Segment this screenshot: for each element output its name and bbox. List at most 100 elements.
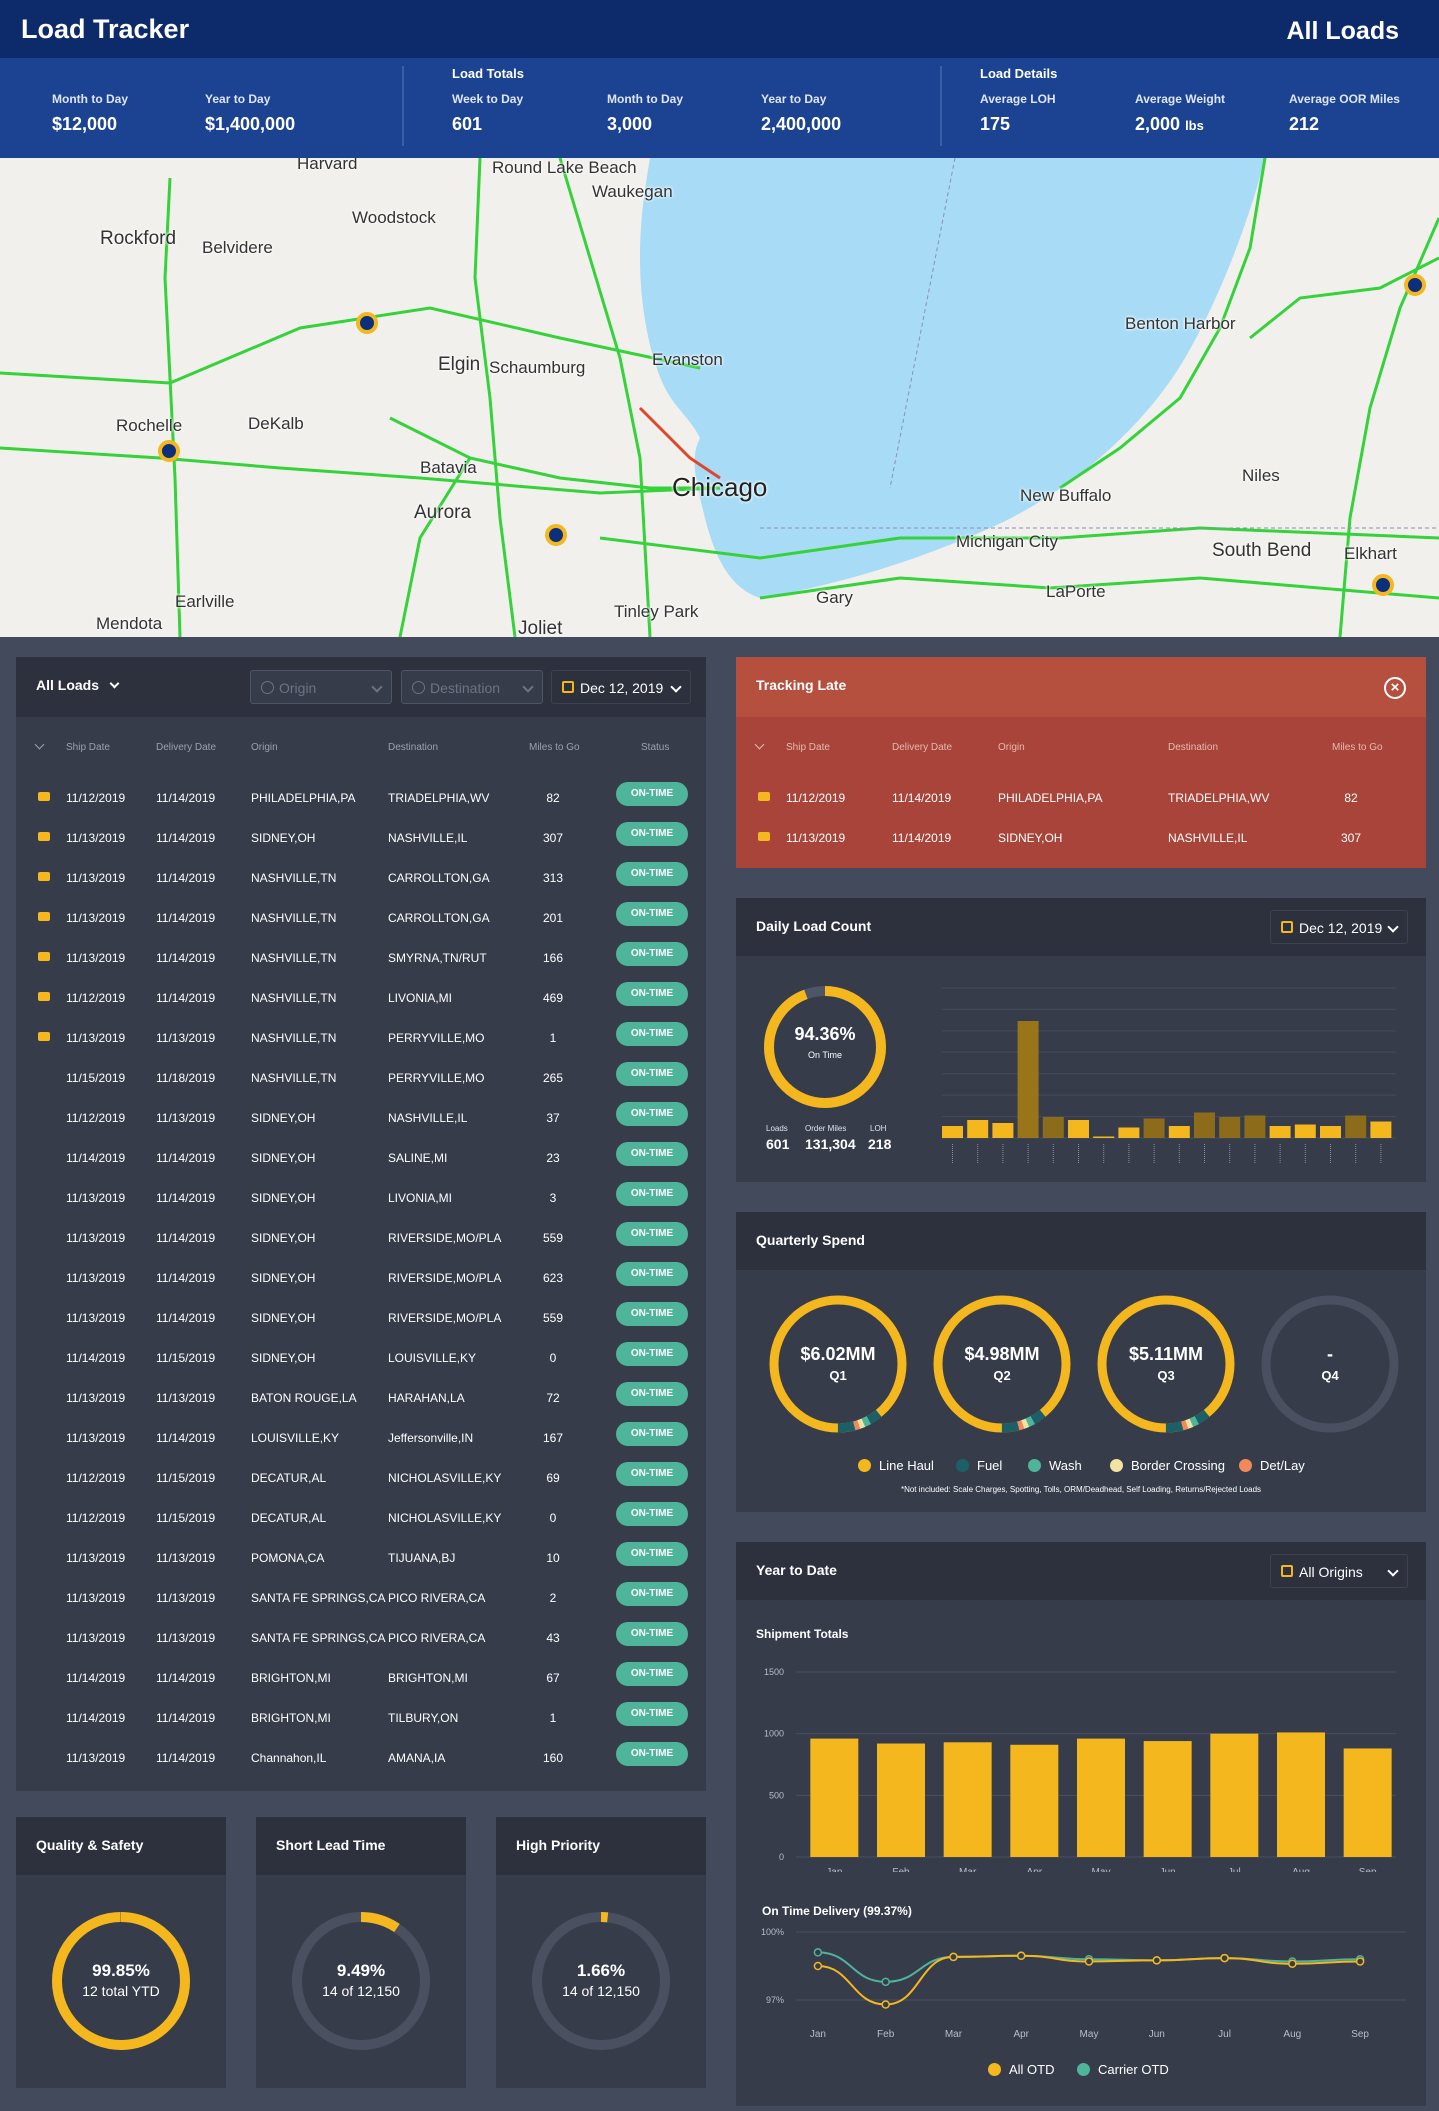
origin: Channahon,IL (251, 1751, 327, 1765)
loads-filter-dropdown[interactable]: All Loads (36, 677, 120, 693)
shipment-bar-chart: 0 500 1000 1500 Jan Feb Mar Apr May Jun Jul Aug Sep (764, 1667, 1396, 1872)
map-label: LaPorte (1046, 582, 1106, 601)
table-row[interactable]: 11/13/2019 11/14/2019 SIDNEY,OH RIVERSIDE,M… (16, 1222, 706, 1262)
table-row[interactable]: 11/13/2019 11/13/2019 POMONA,CA TIJUANA,BJ 1… (16, 1542, 706, 1582)
close-icon[interactable]: × (1384, 677, 1406, 699)
destination-icon (412, 681, 425, 694)
date-picker[interactable]: Dec 12, 2019 (551, 670, 691, 704)
weight-value: 2,000 (1135, 114, 1181, 134)
load-location-pin[interactable] (356, 312, 378, 334)
table-row[interactable]: 11/14/2019 11/15/2019 SIDNEY,OH LOUISVILLE,… (16, 1342, 706, 1382)
table-row[interactable]: 11/13/2019 11/13/2019 NASHVILLE,TN PERRYVIL… (16, 1022, 706, 1062)
stat-label: Average Weight (1135, 92, 1226, 106)
table-row[interactable]: 11/12/2019 11/14/2019 NASHVILLE,TN LIVONIA,… (16, 982, 706, 1022)
table-row[interactable]: 11/13/2019 11/14/2019 NASHVILLE,TN CARROLLT… (16, 902, 706, 942)
legend-item: Carrier OTD (1077, 2062, 1169, 2077)
ytd-title: Year to Date (756, 1562, 837, 1578)
delivery-date: 11/14/2019 (156, 951, 216, 965)
status-badge: ON-TIME (616, 1102, 688, 1126)
destination: HARAHAN,LA (388, 1391, 465, 1405)
origin: SANTA FE SPRINGS,CA (251, 1591, 386, 1605)
ship-date: 11/13/2019 (66, 1311, 126, 1325)
late-row[interactable]: 11/13/2019 11/14/2019 SIDNEY,OH NASHVILLE,I… (736, 822, 1426, 862)
table-row[interactable]: 11/13/2019 11/13/2019 SANTA FE SPRINGS,CA P… (16, 1582, 706, 1622)
table-row[interactable]: 11/13/2019 11/14/2019 SIDNEY,OH NASHVILLE,I… (16, 822, 706, 862)
table-row[interactable]: 11/12/2019 11/15/2019 DECATUR,AL NICHOLASVI… (16, 1502, 706, 1542)
table-row[interactable]: 11/12/2019 11/14/2019 PHILADELPHIA,PA TRIAD… (16, 782, 706, 822)
miles-label: Order Miles (805, 1124, 847, 1133)
delivery-date: 11/13/2019 (156, 1631, 216, 1645)
daily-bar (1269, 1126, 1291, 1138)
origin: SANTA FE SPRINGS,CA (251, 1631, 386, 1645)
miles-to-go: 160 (542, 1751, 564, 1765)
table-row[interactable]: 11/13/2019 11/14/2019 SIDNEY,OH LIVONIA,MI 3… (16, 1182, 706, 1222)
map-label: Harvard (297, 158, 358, 173)
load-location-pin[interactable] (1372, 574, 1394, 596)
week-stat: Week to Day 601 (452, 92, 523, 135)
table-row[interactable]: 11/12/2019 11/13/2019 SIDNEY,OH NASHVILLE,I… (16, 1102, 706, 1142)
origin: PHILADELPHIA,PA (251, 791, 356, 805)
origins-filter[interactable]: All Origins (1270, 1554, 1408, 1588)
map-label: Earlville (175, 592, 235, 611)
x-tick-label: Jun (1149, 2029, 1165, 2040)
daily-load-header: Daily Load Count Dec 12, 2019 (736, 898, 1426, 956)
sort-chevron-icon[interactable] (34, 739, 45, 750)
daily-date-picker[interactable]: Dec 12, 2019 (1270, 910, 1408, 944)
miles-to-go: 1 (549, 1711, 557, 1725)
kpi-title: High Priority (516, 1837, 601, 1853)
load-location-pin[interactable] (1404, 274, 1426, 296)
table-row[interactable]: 11/15/2019 11/18/2019 NASHVILLE,TN PERRYVIL… (16, 1062, 706, 1102)
legend-swatch (1239, 1459, 1252, 1472)
map[interactable]: Harvard Round Lake Beach Waukegan Woodst… (0, 158, 1439, 637)
status-badge: ON-TIME (616, 1142, 688, 1166)
ship-date: 11/13/2019 (786, 831, 846, 845)
loads-label: Loads (766, 1124, 788, 1133)
ship-date: 11/13/2019 (66, 1031, 126, 1045)
table-row[interactable]: 11/14/2019 11/14/2019 BRIGHTON,MI TILBURY,O… (16, 1702, 706, 1742)
table-row[interactable]: 11/14/2019 11/14/2019 BRIGHTON,MI BRIGHTON,… (16, 1662, 706, 1702)
map-label: Elkhart (1344, 544, 1397, 563)
table-row[interactable]: 11/13/2019 11/13/2019 BATON ROUGE,LA HARAHA… (16, 1382, 706, 1422)
quarterly-header: Quarterly Spend (736, 1212, 1426, 1270)
origin-placeholder: Origin (279, 680, 317, 696)
origin: SIDNEY,OH (251, 1271, 316, 1285)
ship-date: 11/13/2019 (66, 911, 126, 925)
legend-swatch (1110, 1459, 1123, 1472)
table-row[interactable]: 11/13/2019 11/14/2019 SIDNEY,OH RIVERSIDE,M… (16, 1302, 706, 1342)
series-point (1084, 1957, 1094, 1966)
table-row[interactable]: 11/14/2019 11/14/2019 SIDNEY,OH SALINE,MI 23… (16, 1142, 706, 1182)
y-tick-label: 0 (779, 1852, 784, 1862)
table-row[interactable]: 11/12/2019 11/15/2019 DECATUR,AL NICHOLASVI… (16, 1462, 706, 1502)
table-row[interactable]: 11/13/2019 11/14/2019 NASHVILLE,TN SMYRNA,T… (16, 942, 706, 982)
truck-icon (38, 832, 50, 841)
stat-label: Average LOH (980, 92, 1056, 106)
load-location-pin[interactable] (545, 524, 567, 546)
month-stat: Month to Day 3,000 (607, 92, 683, 135)
table-row[interactable]: 11/13/2019 11/14/2019 LOUISVILLE,KY Jeffers… (16, 1422, 706, 1462)
stat-value: $12,000 (52, 114, 118, 134)
x-tick-label: Aug (1292, 1867, 1310, 1872)
gauge-track (292, 1912, 430, 2050)
table-row[interactable]: 11/13/2019 11/14/2019 NASHVILLE,TN CARROLLT… (16, 862, 706, 902)
road (1249, 256, 1439, 340)
tracking-late-header: Tracking Late × (736, 657, 1426, 717)
shipment-bar (1010, 1744, 1059, 1857)
table-row[interactable]: 11/13/2019 11/14/2019 Channahon,IL AMANA,IA… (16, 1742, 706, 1782)
map-label: Waukegan (592, 182, 673, 201)
origin-select[interactable]: Origin (250, 670, 392, 704)
kpi-gauge (532, 1912, 670, 2050)
load-location-pin[interactable] (158, 440, 180, 462)
y-tick-label: 97% (766, 1995, 784, 2005)
table-row[interactable]: 11/13/2019 11/14/2019 SIDNEY,OH RIVERSIDE,M… (16, 1262, 706, 1302)
sort-chevron-icon[interactable] (754, 739, 765, 750)
status-badge: ON-TIME (616, 1062, 688, 1086)
late-row[interactable]: 11/12/2019 11/14/2019 PHILADELPHIA,PA TRIAD… (736, 782, 1426, 822)
map-label: Evanston (652, 350, 723, 369)
delivery-date: 11/13/2019 (156, 1031, 216, 1045)
table-row[interactable]: 11/13/2019 11/13/2019 SANTA FE SPRINGS,CA P… (16, 1622, 706, 1662)
miles-to-go: 265 (542, 1071, 564, 1085)
ship-date: 11/13/2019 (66, 1631, 126, 1645)
miles-to-go: 23 (546, 1151, 560, 1165)
truck-icon (38, 912, 50, 921)
destination-select[interactable]: Destination (401, 670, 543, 704)
